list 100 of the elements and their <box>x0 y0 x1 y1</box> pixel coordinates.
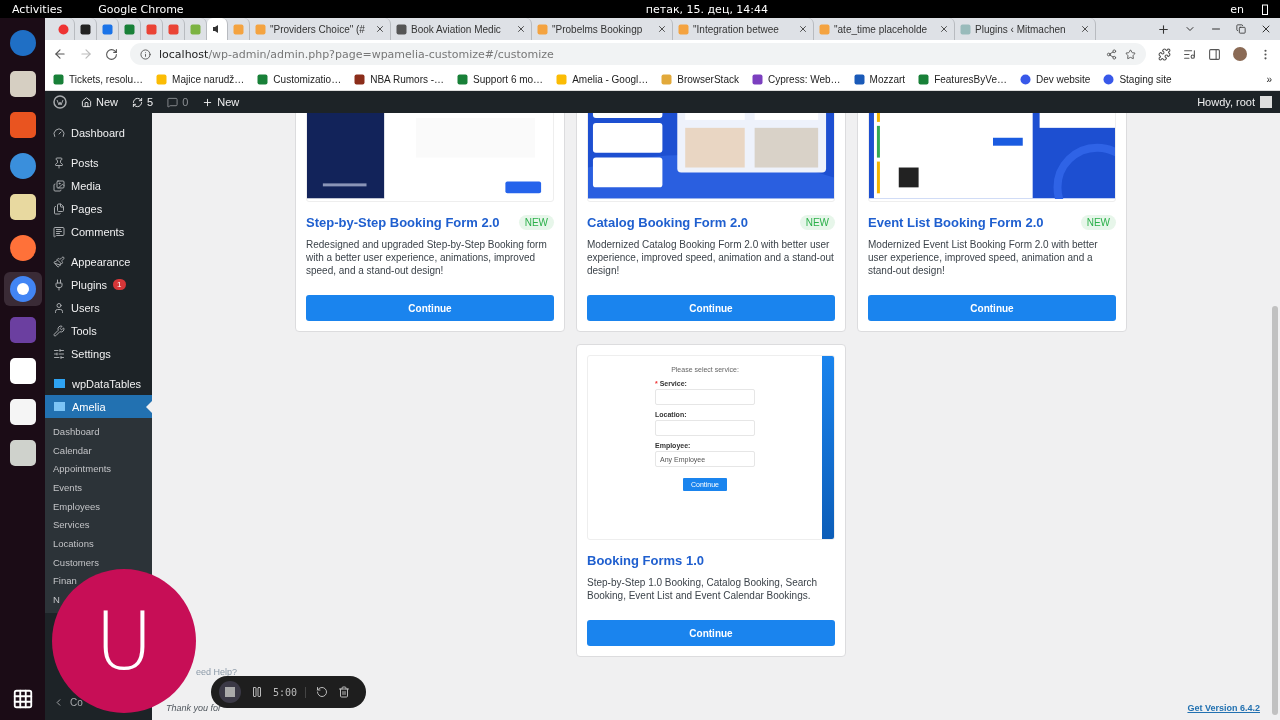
count-badge: 1 <box>113 279 126 290</box>
menu-item[interactable]: Appearance <box>45 250 152 273</box>
favicon-icon <box>556 73 568 85</box>
dock-item[interactable] <box>3 272 42 306</box>
submenu-item[interactable]: Dashboard <box>53 425 100 438</box>
favicon-icon <box>1103 73 1115 85</box>
bookmark[interactable]: Tickets, resolu… <box>53 73 144 85</box>
browser-tab[interactable]: "Integration betwee <box>673 18 814 40</box>
bookmark[interactable]: Customizatio… <box>257 73 342 85</box>
card-description: Step-by-Step 1.0 Booking, Catalog Booking, Search Booking, Event List and Event Calendar Bookings. <box>587 576 819 602</box>
side-panel-icon <box>1208 47 1221 61</box>
favicon-icon <box>168 23 179 35</box>
menu-item[interactable]: Amelia <box>45 395 152 418</box>
bookmark[interactable]: Mozzart <box>853 73 906 85</box>
submenu-item[interactable]: Customers <box>53 556 99 569</box>
favicon-icon <box>257 73 269 85</box>
favicon-icon <box>819 23 830 35</box>
menu-item[interactable]: Users <box>45 296 152 319</box>
bookmark[interactable]: Amelia - Googl… <box>556 73 649 85</box>
submenu-item[interactable]: Calendar <box>53 444 92 457</box>
submenu-item[interactable]: Locations <box>53 537 94 550</box>
new-badge: NEW <box>799 214 835 230</box>
browser-tab[interactable]: Plugins ‹ Mitmachen <box>955 18 1096 40</box>
browser-tab[interactable] <box>207 18 228 40</box>
restore-icon <box>1236 24 1246 34</box>
browser-tab[interactable]: "Providers Choice" (# <box>250 18 391 40</box>
continue-button[interactable]: Continue <box>868 295 1116 321</box>
card-title: Booking Forms 1.0 <box>587 552 705 568</box>
bookmark[interactable]: Support 6 mo… <box>457 73 544 85</box>
card-description: Modernized Event List Booking Form 2.0 with better user experience, improved speed, animation and a stand-out design! <box>868 238 1099 277</box>
scrollbar[interactable] <box>1272 306 1278 715</box>
updates-link[interactable]: 5 <box>132 96 154 108</box>
pin-icon <box>53 156 65 169</box>
card-title: Step-by-Step Booking Form 2.0 <box>306 214 500 230</box>
bookmark[interactable]: FeaturesByVe… <box>918 73 1007 85</box>
favicon-icon <box>678 23 689 35</box>
close-icon <box>1260 23 1272 35</box>
continue-button[interactable]: Continue <box>587 620 835 646</box>
favicon-icon <box>853 73 865 85</box>
profile-avatar[interactable] <box>1233 47 1247 61</box>
menu-item[interactable]: Settings <box>45 342 152 365</box>
language-indicator[interactable]: en <box>1230 2 1244 16</box>
bookmark[interactable]: Staging site <box>1103 73 1172 85</box>
app-grid-icon <box>11 688 34 710</box>
continue-button[interactable]: Continue <box>587 295 835 321</box>
menu-item[interactable]: Pages <box>45 197 152 220</box>
menu-item[interactable]: Tools <box>45 319 152 342</box>
close-icon <box>516 24 526 34</box>
user-avatar <box>1260 96 1272 108</box>
media-queue-icon <box>1183 47 1196 61</box>
pause-icon <box>251 686 263 698</box>
favicon-icon <box>102 23 113 35</box>
submenu-item[interactable]: Finan <box>53 574 77 587</box>
forward-icon <box>79 47 93 61</box>
card-title: Catalog Booking Form 2.0 <box>587 214 749 230</box>
favicon-icon <box>58 23 69 35</box>
timer: 5:00 <box>273 686 307 698</box>
submenu-item[interactable]: Services <box>53 518 90 531</box>
favicon-icon <box>233 23 244 35</box>
reload-icon <box>105 47 118 61</box>
version-link[interactable]: Get Version 6.4.2 <box>1187 703 1260 713</box>
menu-item[interactable]: Posts <box>45 151 152 174</box>
comment-icon <box>167 96 179 108</box>
favicon-icon <box>661 73 673 85</box>
more-bookmarks[interactable]: » <box>1266 73 1272 85</box>
close-icon <box>657 24 667 34</box>
menu-item[interactable]: Media <box>45 174 152 197</box>
wordpress-logo-icon[interactable] <box>53 95 67 109</box>
submenu-item[interactable]: N <box>53 593 60 606</box>
menu-item[interactable]: Dashboard <box>45 121 152 144</box>
account-greeting[interactable]: Howdy, root <box>1197 96 1255 108</box>
favicon-icon <box>80 23 91 35</box>
browser-tab[interactable]: "ate_time placeholde <box>814 18 955 40</box>
comments-link[interactable]: 0 <box>167 96 189 108</box>
submenu-item[interactable]: Employees <box>53 500 100 513</box>
bookmark[interactable]: Dev website <box>1019 73 1091 85</box>
clock[interactable]: петак, 15. дец, 14:44 <box>645 2 769 16</box>
continue-button[interactable]: Continue <box>306 295 554 321</box>
menu-item[interactable]: Plugins 1 <box>45 273 152 296</box>
submenu-item[interactable]: Events <box>53 481 83 494</box>
back-icon <box>53 47 67 61</box>
browser-tab[interactable]: "Probelms Bookingp <box>532 18 673 40</box>
favicon-icon <box>124 23 135 35</box>
bookmark[interactable]: Majice narudž… <box>156 73 245 85</box>
bookmark[interactable]: BrowserStack <box>661 73 739 85</box>
site-link[interactable]: New <box>81 96 118 108</box>
app-menu[interactable]: Google Chrome <box>98 2 184 16</box>
stop-button[interactable] <box>219 681 241 703</box>
browser-tab[interactable]: Book Aviation Medic <box>391 18 532 40</box>
updates-icon <box>132 96 143 108</box>
new-content-link[interactable]: New <box>202 96 240 108</box>
submenu-item[interactable]: Appointments <box>53 462 112 475</box>
restart-icon <box>316 686 329 698</box>
collapse-menu[interactable]: Co <box>53 697 83 708</box>
menu-item[interactable]: wpDataTables <box>45 372 152 395</box>
card-description: Modernized Catalog Booking Form 2.0 with better user experience, improved speed, animation and a stand-out design! <box>587 238 835 277</box>
bookmark[interactable]: NBA Rumors -… <box>354 73 445 85</box>
menu-item[interactable]: Comments <box>45 220 152 243</box>
activities-button[interactable]: Activities <box>12 2 63 16</box>
bookmark[interactable]: Cypress: Web… <box>751 73 841 85</box>
